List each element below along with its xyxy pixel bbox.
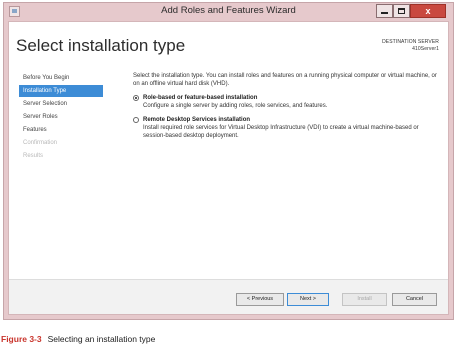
intro-text: Select the installation type. You can in… [133, 73, 437, 87]
page-title: Select installation type [16, 36, 186, 55]
title-bar[interactable]: Add Roles and Features Wizard x [4, 3, 453, 21]
option-remote-desktop[interactable]: Remote Desktop Services installation Ins… [133, 116, 438, 140]
option-remote-desktop-title: Remote Desktop Services installation [143, 117, 251, 123]
close-icon: x [425, 5, 431, 16]
option-remote-desktop-description: Install required role services for Virtu… [143, 125, 419, 139]
maximize-button[interactable] [393, 4, 410, 18]
minimize-icon [381, 12, 388, 14]
nav-item-installation-type[interactable]: Installation Type [19, 85, 103, 97]
option-role-based[interactable]: Role-based or feature-based installation… [133, 94, 438, 110]
nav-item-results: Results [23, 153, 44, 159]
option-role-based-title: Role-based or feature-based installation [143, 95, 258, 101]
previous-button[interactable]: < Previous [236, 293, 284, 306]
button-bar: < Previous Next > Install Cancel [9, 279, 448, 314]
wizard-nav: Before You Begin Installation Type Serve… [19, 72, 121, 163]
destination-server: DESTINATION SERVER 410Server1 [382, 39, 439, 53]
figure-caption: Figure 3-3 Selecting an installation type [1, 334, 155, 344]
content-pane: Select the installation type. You can in… [133, 72, 438, 146]
radio-role-based[interactable] [133, 95, 139, 101]
nav-item-confirmation: Confirmation [23, 140, 58, 146]
nav-item-before-you-begin[interactable]: Before You Begin [21, 72, 121, 84]
figure-number: Figure 3-3 [1, 334, 42, 344]
minimize-button[interactable] [376, 4, 393, 18]
destination-label: DESTINATION SERVER [382, 39, 439, 45]
maximize-icon [398, 8, 405, 14]
wizard-body: Select installation type DESTINATION SER… [8, 21, 449, 315]
radio-remote-desktop[interactable] [133, 117, 139, 123]
option-role-based-description: Configure a single server by adding role… [143, 103, 328, 109]
nav-item-server-roles[interactable]: Server Roles [21, 111, 121, 123]
figure-caption-text: Selecting an installation type [47, 334, 156, 344]
install-button: Install [342, 293, 387, 306]
next-button[interactable]: Next > [287, 293, 329, 306]
nav-item-features[interactable]: Features [21, 124, 121, 136]
wizard-window: Add Roles and Features Wizard x Select i… [3, 2, 454, 320]
cancel-button[interactable]: Cancel [392, 293, 437, 306]
close-button[interactable]: x [410, 4, 446, 18]
nav-item-server-selection[interactable]: Server Selection [21, 98, 121, 110]
destination-server-name: 410Server1 [412, 46, 439, 52]
